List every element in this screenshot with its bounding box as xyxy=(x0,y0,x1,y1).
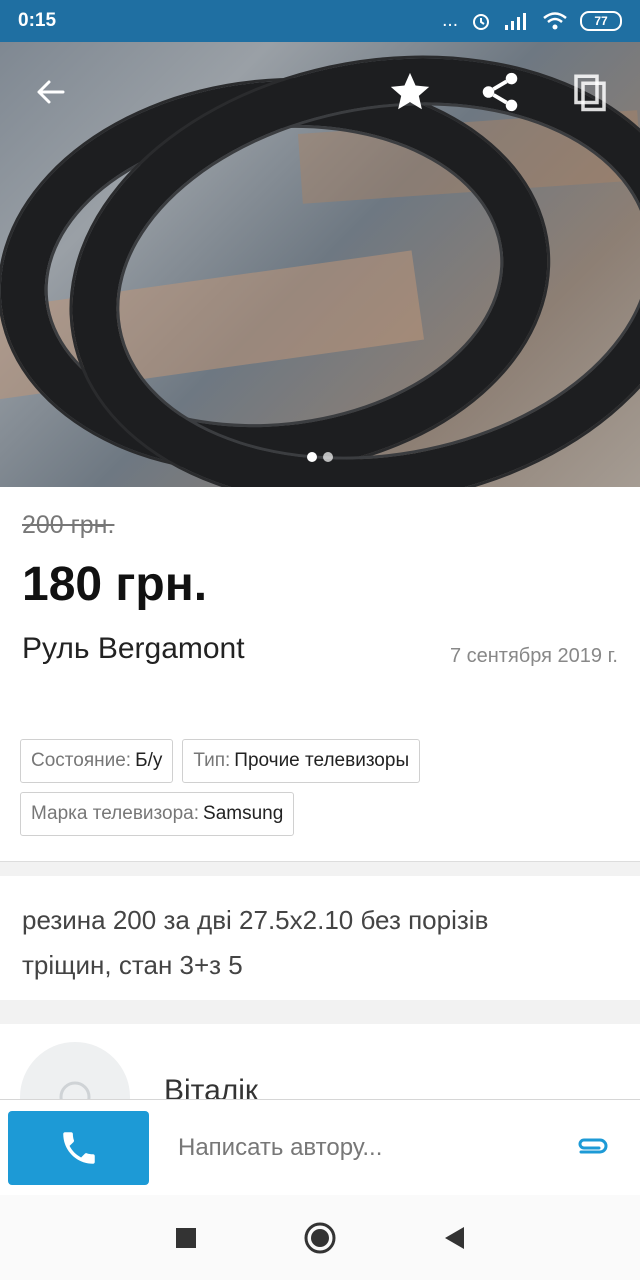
tag-key: Тип: xyxy=(193,750,231,771)
description-line: тріщин, стан 3+з 5 xyxy=(22,950,243,980)
phone-icon xyxy=(62,1131,95,1164)
avatar[interactable] xyxy=(20,1042,130,1104)
author-section[interactable]: Віталік xyxy=(0,1024,640,1104)
share-button[interactable] xyxy=(470,62,530,122)
tag-type[interactable]: Тип: Прочие телевизоры xyxy=(182,739,421,783)
wifi-icon xyxy=(543,12,567,30)
gallery-pager xyxy=(0,452,640,462)
signal-icon xyxy=(505,13,526,30)
copy-button[interactable] xyxy=(560,62,620,122)
home-circle-icon[interactable] xyxy=(303,1221,337,1255)
tag-key: Марка телевизора: xyxy=(31,803,200,824)
star-icon xyxy=(390,72,430,110)
status-icons: ... 77 xyxy=(442,10,622,32)
listing-card: 200 грн. 180 грн. Руль Bergamont 7 сентя… xyxy=(0,487,640,862)
tag-brand[interactable]: Марка телевизора: Samsung xyxy=(20,792,295,836)
old-price: 200 грн. xyxy=(22,511,115,539)
more-dots-icon: ... xyxy=(442,10,458,31)
listing-date: 7 сентября 2019 г. xyxy=(449,645,618,667)
status-bar: 0:15 ... 77 xyxy=(0,0,640,42)
current-price: 180 грн. xyxy=(22,558,208,611)
back-triangle-icon[interactable] xyxy=(442,1225,466,1251)
listing-title: Руль Bergamont xyxy=(22,632,245,665)
tag-value: Samsung xyxy=(203,803,284,824)
gallery-toolbar xyxy=(0,42,640,142)
paperclip-icon xyxy=(578,1138,608,1153)
back-button[interactable] xyxy=(20,62,80,122)
share-icon xyxy=(482,72,518,112)
message-input[interactable]: Написать автору... xyxy=(178,1134,572,1162)
alarm-icon xyxy=(473,14,489,30)
call-button[interactable] xyxy=(8,1110,149,1185)
pager-dot-active xyxy=(307,452,317,462)
tag-condition[interactable]: Состояние: Б/у xyxy=(20,739,174,783)
system-nav-bar xyxy=(0,1195,640,1280)
tag-key: Состояние: xyxy=(31,750,132,771)
copy-icon xyxy=(574,74,606,112)
photo-gallery[interactable] xyxy=(0,42,640,487)
gallery-actions xyxy=(380,62,620,122)
tag-value: Б/у xyxy=(135,750,163,771)
contact-bar: Написать автору... xyxy=(0,1099,640,1195)
favorite-button[interactable] xyxy=(380,62,440,122)
description-section: резина 200 за дві 27.5x2.10 без порізів … xyxy=(0,876,640,1000)
back-arrow-icon xyxy=(37,80,65,104)
description-line: резина 200 за дві 27.5x2.10 без порізів xyxy=(22,905,489,935)
attribute-tags: Состояние: Б/у Тип: Прочие телевизоры Ма… xyxy=(20,739,620,836)
recents-square-icon[interactable] xyxy=(174,1226,198,1250)
tag-value: Прочие телевизоры xyxy=(234,750,410,771)
status-time: 0:15 xyxy=(18,10,57,31)
pager-dot xyxy=(323,452,333,462)
attach-button[interactable] xyxy=(572,1128,612,1168)
battery-indicator: 77 xyxy=(580,11,622,31)
